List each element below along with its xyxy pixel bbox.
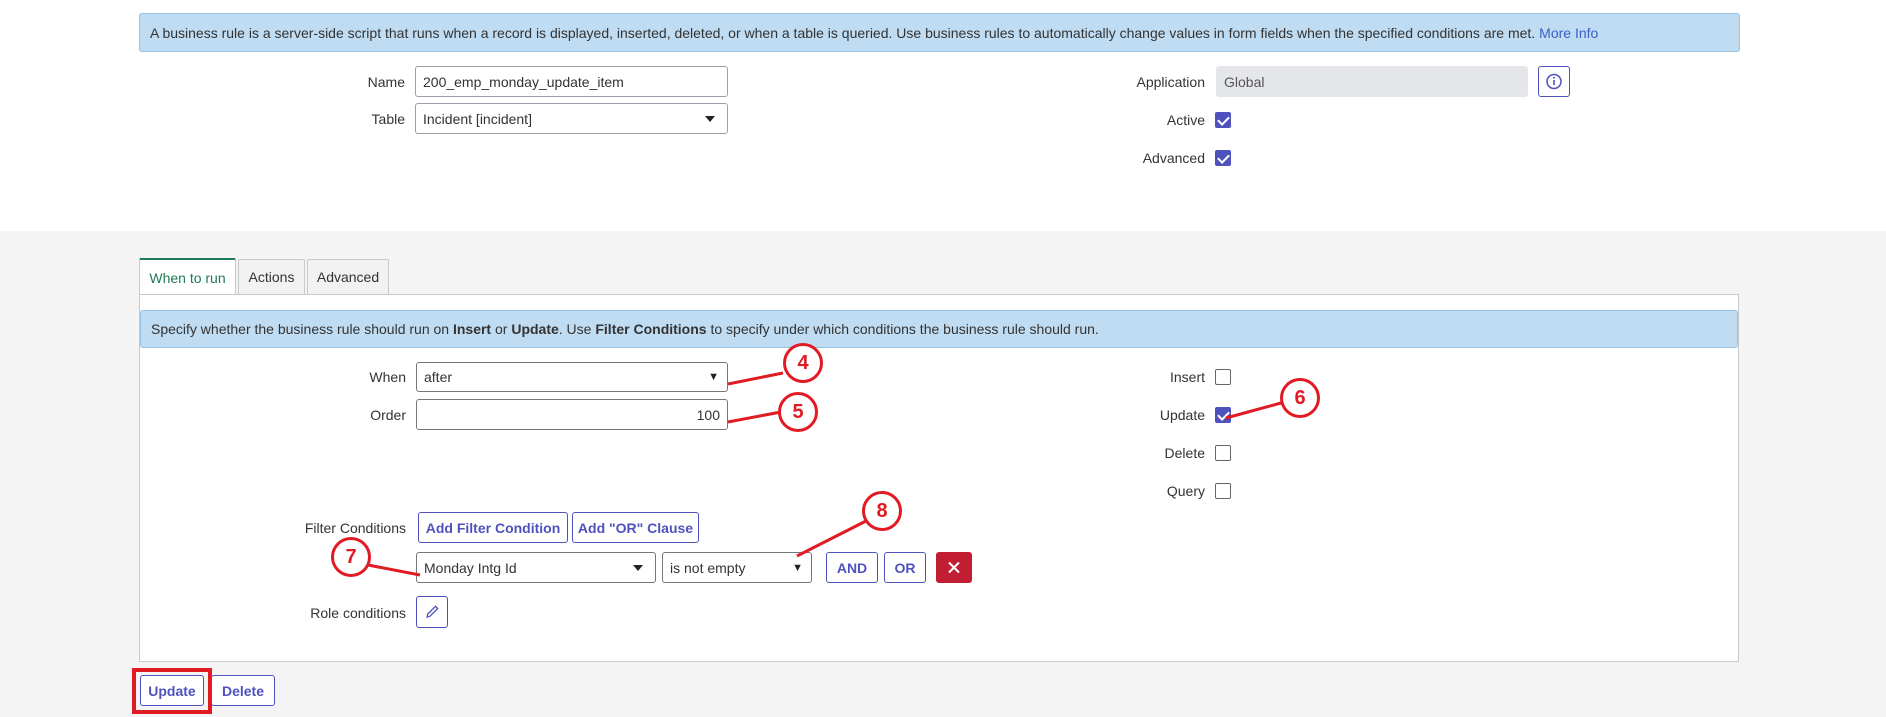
advanced-checkbox[interactable]: [1215, 150, 1231, 166]
update-checkbox[interactable]: [1215, 407, 1231, 423]
application-info-button[interactable]: [1538, 66, 1570, 97]
when-label: When: [369, 369, 406, 385]
delete-label: Delete: [1164, 445, 1205, 461]
and-condition-button[interactable]: AND: [826, 552, 878, 583]
banner-text-part: Specify whether the business rule should…: [151, 321, 453, 337]
table-select[interactable]: Incident [incident]: [415, 103, 728, 134]
annotation-4: 4: [783, 343, 823, 383]
active-checkbox[interactable]: [1215, 112, 1231, 128]
banner-text-part: . Use: [558, 321, 596, 337]
banner-text-part: or: [491, 321, 512, 337]
order-value: 100: [696, 406, 720, 423]
add-filter-condition-button[interactable]: Add Filter Condition: [418, 512, 568, 543]
role-conditions-label: Role conditions: [310, 605, 406, 621]
delete-checkbox[interactable]: [1215, 445, 1231, 461]
name-input[interactable]: 200_emp_monday_update_item: [415, 66, 728, 97]
application-field: Global: [1216, 66, 1528, 97]
update-label: Update: [1159, 407, 1205, 423]
edit-role-conditions-button[interactable]: [416, 596, 448, 628]
order-label: Order: [370, 407, 406, 423]
table-value: Incident [incident]: [423, 110, 532, 127]
tab-actions[interactable]: Actions: [238, 259, 305, 294]
table-label: Table: [371, 111, 405, 127]
banner-filter-bold: Filter Conditions: [595, 321, 707, 337]
add-or-clause-button[interactable]: Add "OR" Clause: [572, 512, 699, 543]
query-checkbox[interactable]: [1215, 483, 1231, 499]
query-label: Query: [1166, 483, 1205, 499]
banner-text-part: to specify under which conditions the bu…: [706, 321, 1099, 337]
annotation-8: 8: [862, 491, 902, 531]
when-value: after: [424, 369, 453, 385]
when-select[interactable]: after ▼: [416, 362, 728, 392]
info-banner: A business rule is a server-side script …: [139, 13, 1740, 52]
name-value: 200_emp_monday_update_item: [423, 73, 624, 90]
insert-label: Insert: [1169, 369, 1205, 385]
condition-operator-value: is not empty: [670, 559, 746, 576]
filter-conditions-label: Filter Conditions: [304, 520, 406, 536]
info-icon: [1546, 73, 1562, 90]
or-condition-button[interactable]: OR: [884, 552, 926, 583]
annotation-5: 5: [778, 392, 818, 432]
active-label: Active: [1166, 112, 1205, 128]
when-to-run-banner-text: Specify whether the business rule should…: [151, 321, 1099, 337]
delete-button[interactable]: Delete: [211, 675, 275, 706]
caret-down-icon: [705, 115, 715, 122]
name-label: Name: [367, 74, 405, 90]
info-banner-text: A business rule is a server-side script …: [150, 24, 1536, 41]
banner-insert-bold: Insert: [452, 321, 492, 337]
insert-checkbox[interactable]: [1215, 369, 1231, 385]
caret-down-icon: [633, 564, 643, 571]
annotation-7: 7: [331, 537, 371, 577]
close-icon: [948, 561, 960, 574]
update-button[interactable]: Update: [140, 675, 204, 706]
chevron-down-icon: ▼: [792, 561, 803, 574]
pencil-icon: [426, 605, 439, 618]
chevron-down-icon: ▼: [708, 371, 719, 383]
when-to-run-banner: Specify whether the business rule should…: [140, 310, 1738, 348]
condition-operator-select[interactable]: is not empty ▼: [662, 552, 812, 583]
tab-advanced[interactable]: Advanced: [307, 259, 389, 294]
annotation-6: 6: [1280, 378, 1320, 418]
advanced-label: Advanced: [1142, 150, 1205, 166]
more-info-link[interactable]: More Info: [1539, 25, 1598, 41]
remove-condition-button[interactable]: [936, 552, 972, 583]
order-input[interactable]: 100: [416, 399, 728, 430]
application-label: Application: [1136, 74, 1206, 90]
condition-field-select[interactable]: Monday Intg Id: [416, 552, 656, 583]
condition-field-value: Monday Intg Id: [424, 559, 517, 576]
application-value: Global: [1224, 73, 1265, 90]
banner-update-bold: Update: [511, 321, 559, 337]
tab-when-to-run[interactable]: When to run: [139, 258, 236, 295]
